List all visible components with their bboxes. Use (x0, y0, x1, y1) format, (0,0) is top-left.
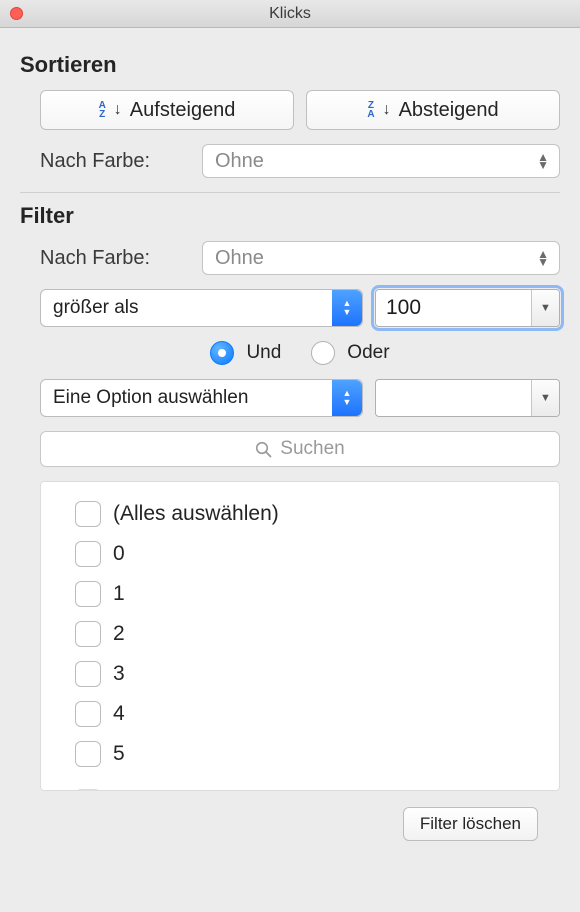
filter-by-color-select[interactable]: Ohne ▲▼ (202, 241, 560, 275)
item-label: 1 (113, 582, 125, 606)
list-item[interactable]: 3 (75, 654, 559, 694)
logic-and-label: Und (246, 342, 281, 364)
sort-descending-button[interactable]: ZA ↓ Absteigend (306, 90, 560, 130)
clear-filter-button[interactable]: Filter löschen (403, 807, 538, 841)
chevron-down-icon[interactable]: ▼ (531, 290, 559, 326)
arrow-down-icon: ↓ (114, 101, 122, 119)
search-placeholder: Suchen (280, 438, 344, 460)
sort-desc-label: Absteigend (399, 99, 499, 122)
filter-by-color-value: Ohne (215, 247, 264, 270)
select-all-label: (Alles auswählen) (113, 502, 279, 526)
updown-icon: ▲▼ (332, 380, 362, 416)
chevron-down-icon[interactable]: ▼ (531, 380, 559, 416)
item-label: 0 (113, 542, 125, 566)
logic-and-radio[interactable] (210, 341, 234, 365)
condition2-value-combo[interactable]: ▼ (375, 379, 560, 417)
list-item[interactable]: 5 (75, 734, 559, 774)
list-item[interactable]: 2 (75, 614, 559, 654)
close-icon[interactable] (10, 7, 23, 20)
item-label: 3 (113, 662, 125, 686)
sort-by-color-label: Nach Farbe: (40, 150, 190, 173)
checkbox[interactable] (75, 661, 101, 687)
filter-heading: Filter (20, 203, 560, 229)
checkbox[interactable] (75, 621, 101, 647)
search-icon (255, 441, 272, 458)
checkbox[interactable] (75, 501, 101, 527)
condition2-operator-select[interactable]: Eine Option auswählen ▲▼ (40, 379, 363, 417)
sort-za-icon: ZA (367, 101, 374, 119)
updown-icon: ▲▼ (332, 290, 362, 326)
logic-or-label: Oder (347, 342, 389, 364)
filter-by-color-label: Nach Farbe: (40, 247, 190, 270)
sort-ascending-button[interactable]: AZ ↓ Aufsteigend (40, 90, 294, 130)
sort-heading: Sortieren (20, 52, 560, 78)
updown-icon: ▲▼ (537, 153, 549, 169)
checkbox[interactable] (75, 701, 101, 727)
arrow-down-icon: ↓ (383, 101, 391, 119)
list-item[interactable]: 6 (75, 782, 559, 791)
list-item[interactable]: 0 (75, 534, 559, 574)
titlebar: Klicks (0, 0, 580, 28)
list-item[interactable]: 4 (75, 694, 559, 734)
item-label: 5 (113, 742, 125, 766)
divider (20, 192, 560, 193)
condition1-operator-value: größer als (53, 297, 139, 319)
clear-filter-label: Filter löschen (420, 814, 521, 834)
search-input[interactable]: Suchen (40, 431, 560, 467)
logic-or-radio[interactable] (311, 341, 335, 365)
list-item[interactable]: 1 (75, 574, 559, 614)
condition1-operator-select[interactable]: größer als ▲▼ (40, 289, 363, 327)
item-label: 2 (113, 622, 125, 646)
window-controls (10, 7, 23, 20)
item-label: 4 (113, 702, 125, 726)
checkbox[interactable] (75, 581, 101, 607)
sort-az-icon: AZ (99, 101, 106, 119)
checkbox[interactable] (75, 541, 101, 567)
updown-icon: ▲▼ (537, 250, 549, 266)
sort-by-color-value: Ohne (215, 150, 264, 173)
window-title: Klicks (0, 5, 580, 23)
condition1-value: 100 (386, 296, 421, 320)
sort-by-color-select[interactable]: Ohne ▲▼ (202, 144, 560, 178)
sort-asc-label: Aufsteigend (130, 99, 236, 122)
checkbox[interactable] (75, 741, 101, 767)
list-item-select-all[interactable]: (Alles auswählen) (75, 494, 559, 534)
logic-radio-group: Und Oder (40, 341, 560, 365)
condition2-operator-value: Eine Option auswählen (53, 387, 248, 409)
condition1-value-combo[interactable]: 100 ▼ (375, 289, 560, 327)
values-list[interactable]: (Alles auswählen) 0 1 2 3 4 5 6 (40, 481, 560, 791)
